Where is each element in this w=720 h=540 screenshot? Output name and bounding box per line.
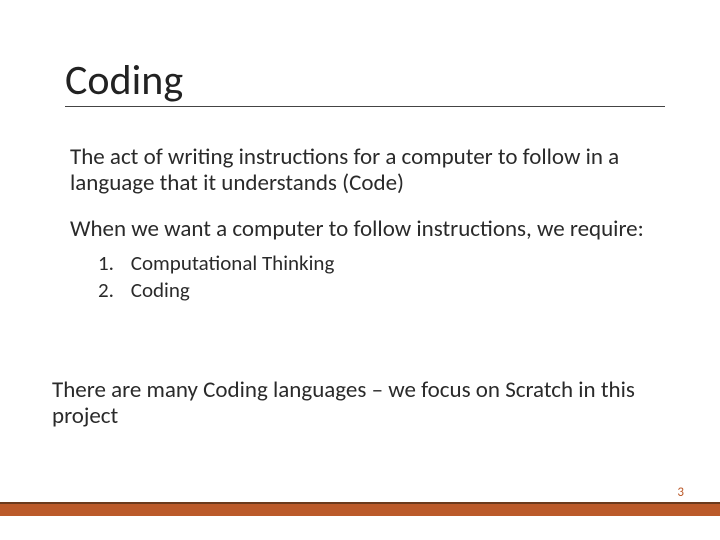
paragraph-requirements-intro: When we want a computer to follow instru… (70, 217, 660, 243)
list-item: 2. Coding (98, 277, 660, 303)
ordered-list: 1. Computational Thinking 2. Coding (98, 250, 660, 303)
slide-title: Coding (65, 58, 665, 107)
paragraph-closing: There are many Coding languages – we foc… (52, 378, 662, 430)
list-number: 1. (98, 250, 126, 276)
list-item-label: Coding (131, 277, 190, 303)
list-number: 2. (98, 277, 126, 303)
list-item: 1. Computational Thinking (98, 250, 660, 276)
footer-accent-bar (0, 504, 720, 516)
paragraph-definition: The act of writing instructions for a co… (70, 145, 660, 197)
page-number: 3 (677, 485, 684, 500)
slide-body: The act of writing instructions for a co… (70, 145, 660, 323)
list-item-label: Computational Thinking (131, 250, 335, 276)
slide: Coding The act of writing instructions f… (0, 0, 720, 540)
